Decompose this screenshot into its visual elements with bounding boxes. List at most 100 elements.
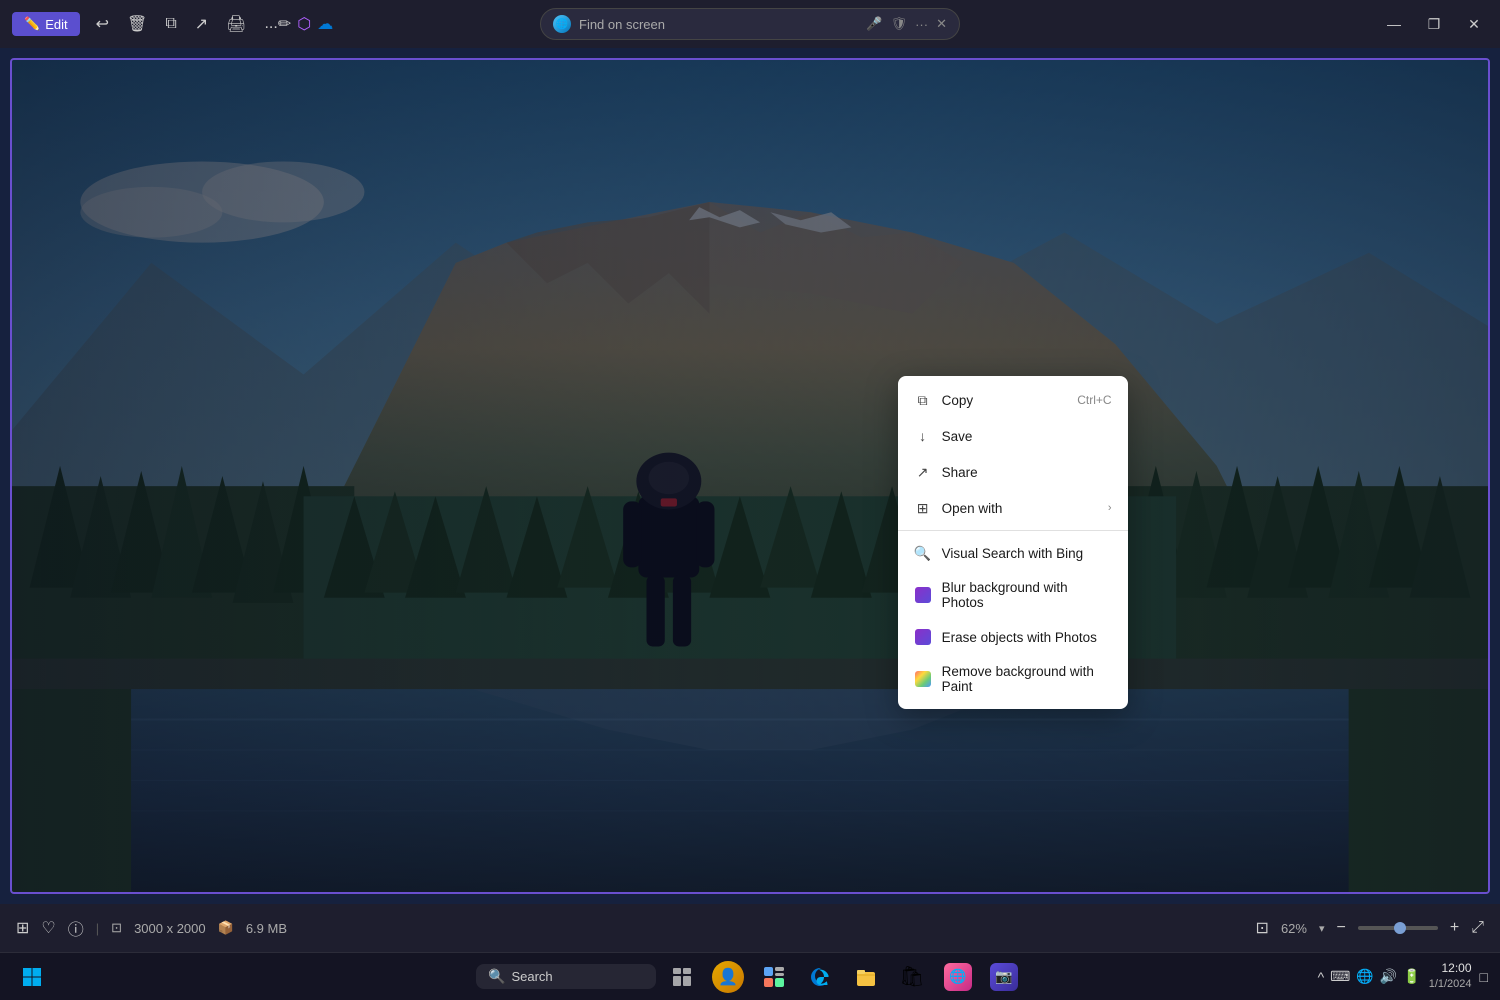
zoom-dropdown-icon[interactable]: ▾ <box>1319 922 1325 935</box>
onedrive-icon: ☁ <box>317 14 333 34</box>
edit-button[interactable]: ✏️ Edit <box>12 12 80 36</box>
save-label: Save <box>942 429 973 444</box>
menu-divider-1 <box>898 530 1128 531</box>
taskbar-widgets-icon[interactable] <box>754 957 794 997</box>
menu-item-remove-bg[interactable]: Remove background with Paint <box>898 655 1128 703</box>
zoom-percent: 62% <box>1281 921 1307 936</box>
dimensions-icon2: 📦 <box>218 920 234 936</box>
status-separator-1: | <box>96 921 99 936</box>
delete-icon[interactable]: 🗑 <box>127 14 147 34</box>
undo-icon[interactable]: ↩ <box>96 14 109 34</box>
open-with-label: Open with <box>942 501 1003 516</box>
menu-item-blur-bg[interactable]: Blur background with Photos <box>898 571 1128 619</box>
title-bar: ✏️ Edit ↩ 🗑 ⧉ ↗ 🖨 ... 🌐 Find on screen 🎤… <box>0 0 1500 48</box>
photos-erase-icon <box>914 628 932 646</box>
toolbar-icons: ↩ 🗑 ⧉ ↗ 🖨 ... <box>96 14 278 34</box>
more-icon[interactable]: ... <box>264 15 277 33</box>
volume-icon[interactable]: 🔊 <box>1380 968 1397 985</box>
status-view-icon[interactable]: ⊞ <box>16 918 29 938</box>
copy-shortcut: Ctrl+C <box>1077 393 1111 407</box>
zoom-thumb <box>1394 922 1406 934</box>
minimize-button[interactable]: — <box>1380 10 1408 38</box>
taskbar-search-icon: 🔍 <box>488 968 505 985</box>
menu-item-open-with[interactable]: ⊞ Open with › <box>898 490 1128 526</box>
menu-item-erase-objects[interactable]: Erase objects with Photos <box>898 619 1128 655</box>
erase-objects-label: Erase objects with Photos <box>942 630 1097 645</box>
taskbar-explorer-icon[interactable] <box>846 957 886 997</box>
task-view-button[interactable] <box>662 957 702 997</box>
pencil-tray-icon: ✏ <box>278 14 291 34</box>
notification-icon[interactable]: □ <box>1480 969 1488 985</box>
top-right-icons: ✏ ⬡ ☁ <box>278 14 333 34</box>
network-icon[interactable]: 🌐 <box>1356 968 1373 985</box>
sys-tray-icons: ^ ⌨ 🌐 🔊 🔋 <box>1318 968 1421 985</box>
menu-item-visual-search[interactable]: 🔍 Visual Search with Bing <box>898 535 1128 571</box>
clock[interactable]: 12:00 1/1/2024 <box>1429 960 1472 992</box>
keyboard-icon[interactable]: ⌨ <box>1330 968 1350 985</box>
visual-search-label: Visual Search with Bing <box>942 546 1084 561</box>
paint-icon <box>914 670 932 688</box>
collections-icon: ⬡ <box>297 14 311 34</box>
date-display: 1/1/2024 <box>1429 977 1472 992</box>
taskbar-app2-icon[interactable]: 📷 <box>984 957 1024 997</box>
open-with-icon: ⊞ <box>914 499 932 517</box>
copy-label: Copy <box>942 393 974 408</box>
battery-icon[interactable]: 🔋 <box>1403 968 1420 985</box>
expand-tray-icon[interactable]: ^ <box>1318 969 1325 985</box>
status-right: ⊡ 62% ▾ − + ⤢ <box>1256 918 1484 938</box>
taskbar-store-icon[interactable]: 🛍 <box>892 957 932 997</box>
fit-to-screen-icon[interactable]: ⤢ <box>1471 919 1484 937</box>
photo-frame: ⧉ Copy Ctrl+C ↓ Save ↗ Share ⊞ Open with… <box>10 58 1490 894</box>
taskbar-app1-icon[interactable]: 🌐 <box>938 957 978 997</box>
search-bar-right: 🎤 🛡 ··· ✕ <box>866 16 947 32</box>
print-icon[interactable]: 🖨 <box>226 14 246 34</box>
edit-label: Edit <box>45 17 67 32</box>
edit-icon: ✏️ <box>24 16 40 32</box>
remove-bg-label: Remove background with Paint <box>942 664 1112 694</box>
status-bar: ⊞ ♡ ⓘ | ⊡ 3000 x 2000 📦 6.9 MB ⊡ 62% ▾ −… <box>0 904 1500 952</box>
time-display: 12:00 <box>1429 960 1472 977</box>
taskbar-person-icon[interactable]: 👤 <box>708 957 748 997</box>
taskbar-system-tray: ^ ⌨ 🌐 🔊 🔋 12:00 1/1/2024 □ <box>1318 960 1488 992</box>
dots-icon[interactable]: ··· <box>915 17 928 32</box>
blur-bg-label: Blur background with Photos <box>942 580 1112 610</box>
status-heart-icon[interactable]: ♡ <box>41 918 55 938</box>
zoom-in-icon[interactable]: + <box>1450 919 1459 937</box>
photo-scene <box>12 60 1488 892</box>
restore-button[interactable]: ❐ <box>1420 10 1448 38</box>
save-menu-icon: ↓ <box>914 427 932 445</box>
copy-menu-icon: ⧉ <box>914 391 932 409</box>
bing-icon: 🔍 <box>914 544 932 562</box>
photo-dimensions: 3000 x 2000 <box>134 921 206 936</box>
dimensions-icon: ⊡ <box>111 920 122 936</box>
zoom-slider[interactable] <box>1358 926 1438 930</box>
close-search-icon[interactable]: ✕ <box>936 16 947 32</box>
menu-item-copy[interactable]: ⧉ Copy Ctrl+C <box>898 382 1128 418</box>
menu-item-save[interactable]: ↓ Save <box>898 418 1128 454</box>
taskbar-center: 🔍 Search 👤 <box>476 957 1024 997</box>
search-bar[interactable]: 🌐 Find on screen 🎤 🛡 ··· ✕ <box>540 8 960 40</box>
share-label: Share <box>942 465 978 480</box>
mic-icon[interactable]: 🎤 <box>866 16 882 32</box>
taskbar-search-label: Search <box>511 969 552 984</box>
export-icon[interactable]: ↗ <box>195 14 208 34</box>
shield-icon: 🛡 <box>891 16 908 32</box>
file-size: 6.9 MB <box>246 921 287 936</box>
windows-start-button[interactable] <box>12 957 52 997</box>
main-content: ⧉ Copy Ctrl+C ↓ Save ↗ Share ⊞ Open with… <box>0 48 1500 904</box>
menu-item-share[interactable]: ↗ Share <box>898 454 1128 490</box>
close-button[interactable]: ✕ <box>1460 10 1488 38</box>
zoom-out-icon[interactable]: − <box>1337 919 1346 937</box>
fullscreen-status-icon[interactable]: ⊡ <box>1256 918 1269 938</box>
taskbar: 🔍 Search 👤 <box>0 952 1500 1000</box>
window-controls: — ❐ ✕ <box>1380 10 1488 38</box>
taskbar-edge-icon[interactable] <box>800 957 840 997</box>
photos-blur-icon <box>914 586 932 604</box>
open-with-chevron: › <box>1108 502 1112 514</box>
status-info-icon[interactable]: ⓘ <box>68 916 84 940</box>
taskbar-search-bar[interactable]: 🔍 Search <box>476 964 656 989</box>
copy-toolbar-icon[interactable]: ⧉ <box>165 15 176 33</box>
share-menu-icon: ↗ <box>914 463 932 481</box>
context-menu: ⧉ Copy Ctrl+C ↓ Save ↗ Share ⊞ Open with… <box>898 376 1128 709</box>
browser-icon: 🌐 <box>553 15 571 33</box>
